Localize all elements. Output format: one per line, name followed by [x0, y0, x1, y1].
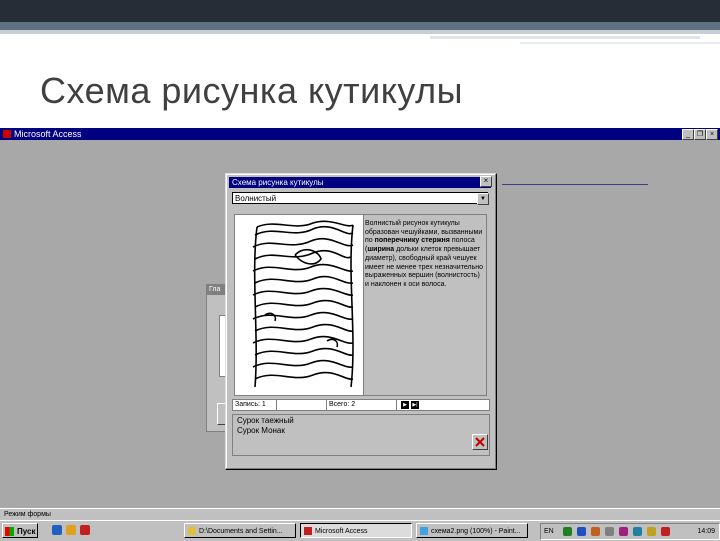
close-button[interactable]: × [706, 129, 718, 140]
task-access[interactable]: Microsoft Access [300, 523, 412, 538]
delete-button[interactable] [472, 434, 488, 450]
folder-icon[interactable] [66, 525, 76, 535]
description-emphasis-2: ширина [367, 246, 395, 254]
windows-taskbar: Пуск D:\Documents and Settin... Microsof… [0, 520, 720, 541]
task-explorer-label: D:\Documents and Settin... [199, 528, 283, 535]
app-titlebar: Microsoft Access _ ❐ × [0, 128, 720, 140]
task-explorer[interactable]: D:\Documents and Settin... [184, 523, 296, 538]
description-emphasis-1: поперечнику стержня [374, 237, 450, 245]
chevron-down-icon[interactable]: ▼ [477, 193, 489, 205]
slide-title: Схема рисунка кутикулы [40, 70, 463, 111]
tray-app-icon-3[interactable] [633, 527, 642, 536]
pattern-combobox[interactable]: Волнистый [232, 192, 488, 204]
start-button[interactable]: Пуск [2, 523, 38, 538]
paint-task-icon [420, 527, 428, 535]
dialog-title: Схема рисунка кутикулы [229, 177, 491, 188]
dialog-close-button[interactable]: × [480, 176, 492, 187]
slide-decoration-line-2 [520, 42, 720, 44]
access-icon [3, 130, 11, 138]
slide-header-bar [0, 0, 720, 22]
windows-logo-icon [5, 527, 14, 536]
species-line-2: Сурок Монак [237, 426, 285, 435]
record-navigator: Запись: 1 Всего: 2 ▶ ▶| [232, 399, 490, 411]
tray-app-icon-4[interactable] [647, 527, 656, 536]
nav-last-icon[interactable]: ▶| [411, 401, 419, 409]
ie-icon[interactable] [52, 525, 62, 535]
task-access-label: Microsoft Access [315, 528, 368, 535]
delete-icon [475, 437, 485, 447]
species-line-1: Сурок таежный [237, 416, 294, 425]
cuticle-pattern-image [252, 220, 354, 388]
start-label: Пуск [17, 527, 36, 536]
language-indicator[interactable]: EN [544, 524, 554, 539]
slide-header-stripe [0, 22, 720, 30]
tray-app-icon-2[interactable] [619, 527, 628, 536]
folder-task-icon [188, 527, 196, 535]
description-text: Волнистый рисунок кутикулы образован чеш… [365, 220, 483, 290]
record-count-label: Всего: 2 [327, 400, 397, 410]
tray-app-icon-5[interactable] [661, 527, 670, 536]
tray-app-icon[interactable] [605, 527, 614, 536]
minimize-button[interactable]: _ [682, 129, 694, 140]
system-tray: EN 14:09 [540, 523, 720, 540]
slide-decoration-line [430, 36, 700, 39]
task-paint-label: схема2.png (100%) - Paint... [431, 528, 521, 535]
opera-icon[interactable] [80, 525, 90, 535]
slide-header-stripe-light [0, 30, 720, 34]
underline-decoration [502, 184, 648, 185]
record-label: Запись: 1 [233, 400, 277, 410]
task-paint[interactable]: схема2.png (100%) - Paint... [416, 523, 528, 538]
restore-button[interactable]: ❐ [694, 129, 706, 140]
cuticle-image-frame [234, 214, 364, 396]
nav-next-icon[interactable]: ▶ [401, 401, 409, 409]
species-list: Сурок таежный Сурок Монак [232, 414, 490, 456]
access-task-icon [304, 527, 312, 535]
app-title: Microsoft Access [14, 129, 82, 139]
network-icon[interactable] [563, 527, 572, 536]
volume-icon[interactable] [591, 527, 600, 536]
antivirus-icon[interactable] [577, 527, 586, 536]
clock: 14:09 [697, 528, 715, 535]
status-bar: Режим формы [0, 508, 720, 520]
record-number-field[interactable] [277, 400, 327, 410]
